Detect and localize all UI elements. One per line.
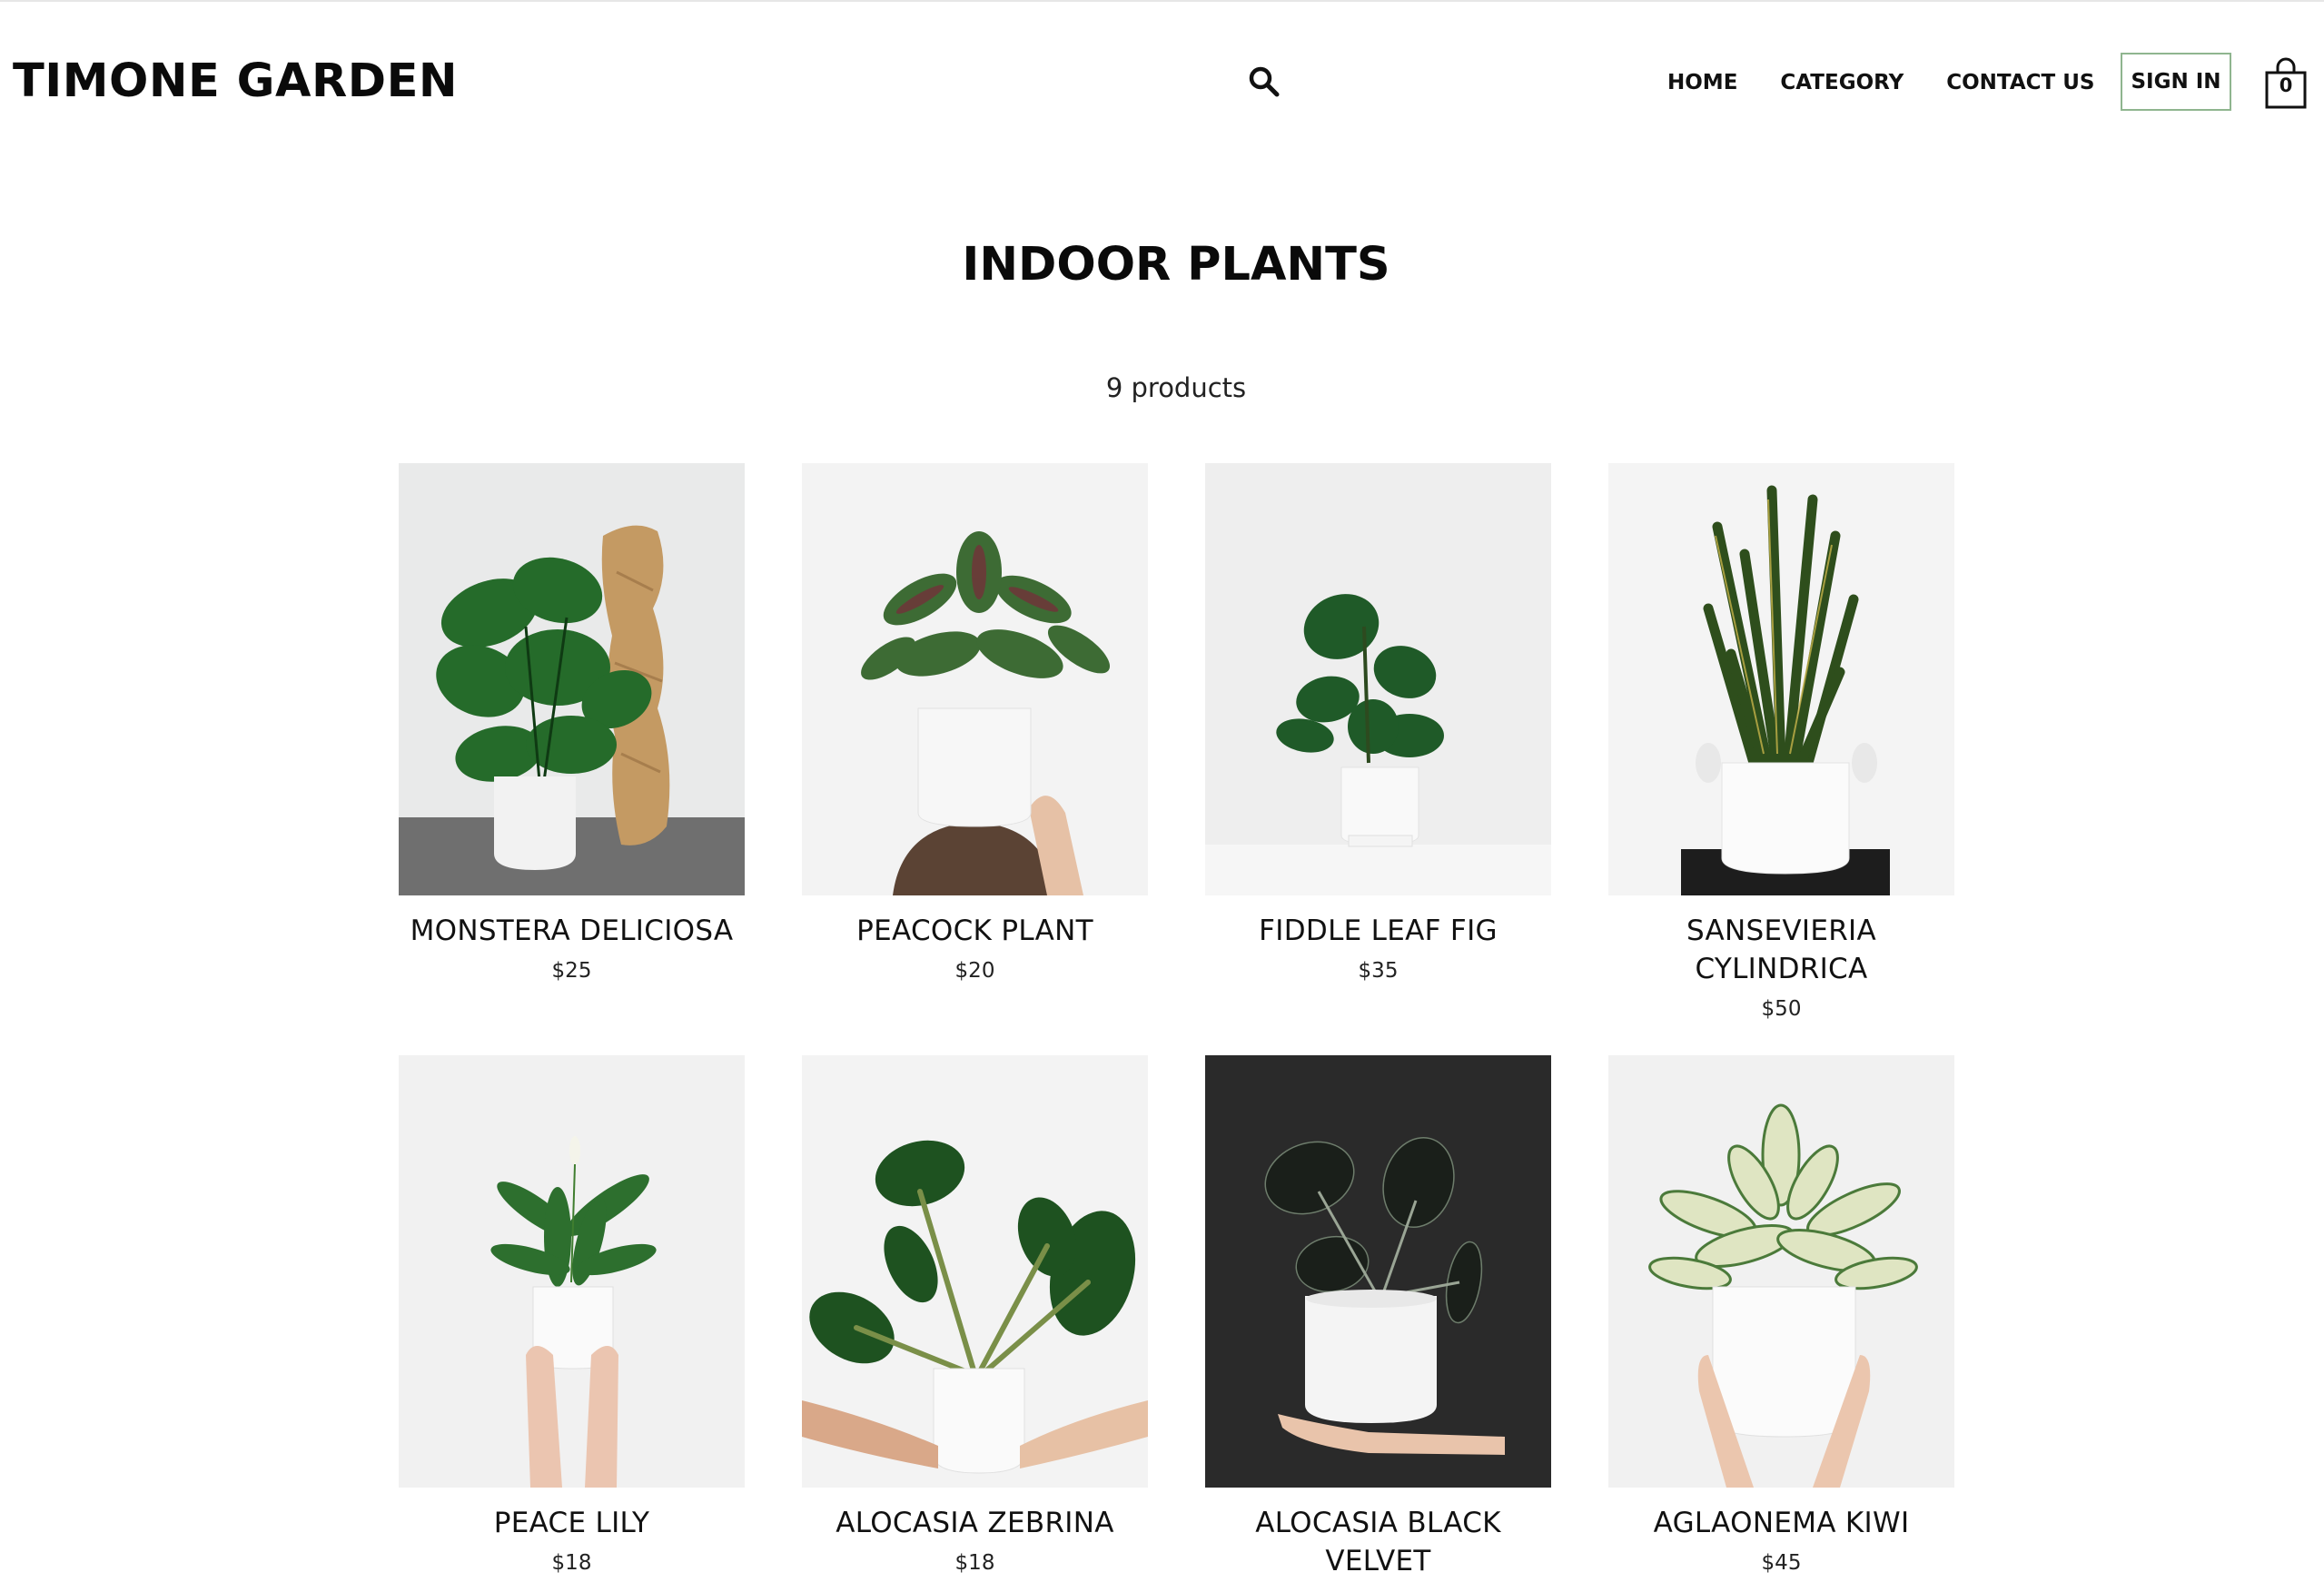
- peace-lily-photo[interactable]: [399, 1055, 745, 1488]
- product-name[interactable]: SANSEVIERIA CYLINDRICA: [1608, 912, 1954, 988]
- product-price: $25: [551, 959, 592, 983]
- product-card[interactable]: AGLAONEMA KIWI $45: [1608, 1055, 1954, 1589]
- sign-in-button[interactable]: SIGN IN: [2121, 53, 2231, 111]
- nav-contact-us[interactable]: CONTACT US: [1946, 71, 2094, 94]
- aglaonema-kiwi-photo[interactable]: [1608, 1055, 1954, 1488]
- product-name[interactable]: FIDDLE LEAF FIG: [1205, 912, 1551, 950]
- alocasia-black-velvet-photo[interactable]: [1205, 1055, 1551, 1488]
- product-card[interactable]: MONSTERA DELICIOSA $25: [399, 463, 745, 1021]
- product-price: $45: [1761, 1551, 1802, 1575]
- brand-logo[interactable]: TIMONE GARDEN: [13, 54, 458, 108]
- product-price: $20: [954, 959, 995, 983]
- monstera-photo[interactable]: [399, 463, 745, 895]
- main-nav: HOME CATEGORY CONTACT US: [1667, 53, 2137, 113]
- product-card[interactable]: PEACE LILY $18: [399, 1055, 745, 1589]
- product-price: $35: [1358, 959, 1399, 983]
- product-name[interactable]: PEACE LILY: [399, 1504, 745, 1542]
- product-name[interactable]: MONSTERA DELICIOSA: [399, 912, 745, 950]
- cart-count-badge: 0: [2279, 74, 2293, 96]
- product-card[interactable]: ALOCASIA ZEBRINA $18: [802, 1055, 1148, 1589]
- product-name[interactable]: ALOCASIA BLACK VELVET: [1205, 1504, 1551, 1580]
- peacock-plant-photo[interactable]: [802, 463, 1148, 895]
- product-card[interactable]: ALOCASIA BLACK VELVET: [1205, 1055, 1551, 1589]
- product-name[interactable]: AGLAONEMA KIWI: [1608, 1504, 1954, 1542]
- search-icon[interactable]: [1248, 65, 1281, 98]
- product-price: $18: [954, 1551, 995, 1575]
- alocasia-zebrina-photo[interactable]: [802, 1055, 1148, 1488]
- sansevieria-photo[interactable]: [1608, 463, 1954, 895]
- page-title: INDOOR PLANTS: [962, 238, 1390, 292]
- product-grid: MONSTERA DELICIOSA $25 PEACOCK PLANT $20…: [399, 463, 1957, 1589]
- product-card[interactable]: PEACOCK PLANT $20: [802, 463, 1148, 1021]
- product-name[interactable]: PEACOCK PLANT: [802, 912, 1148, 950]
- product-name[interactable]: ALOCASIA ZEBRINA: [802, 1504, 1148, 1542]
- product-card[interactable]: FIDDLE LEAF FIG $35: [1205, 463, 1551, 1021]
- product-price: $18: [551, 1551, 592, 1575]
- page: TIMONE GARDEN HOME CATEGORY CONTACT US S…: [0, 0, 2324, 1592]
- nav-category[interactable]: CATEGORY: [1780, 71, 1904, 94]
- nav-home[interactable]: HOME: [1667, 71, 1737, 94]
- product-card[interactable]: SANSEVIERIA CYLINDRICA $50: [1608, 463, 1954, 1021]
- product-count: 9 products: [1105, 372, 1247, 403]
- product-price: $50: [1761, 997, 1802, 1021]
- fiddle-leaf-fig-photo[interactable]: [1205, 463, 1551, 895]
